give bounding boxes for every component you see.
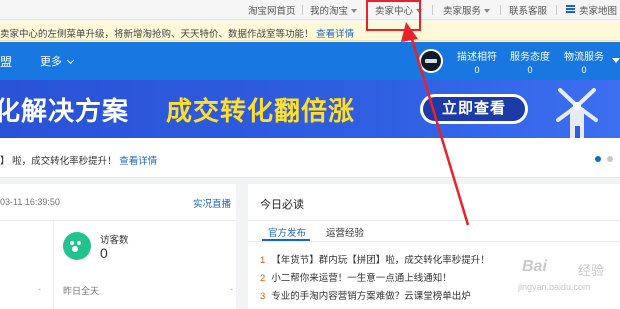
card-title: 今日必读 (260, 199, 304, 211)
nav-divider (432, 5, 433, 15)
chevron-down-icon (66, 56, 75, 65)
visitors-value: 0 (100, 245, 108, 261)
nav-taobao-home[interactable]: 淘宝网首页 (248, 3, 296, 17)
carousel-dot-active[interactable] (595, 156, 601, 162)
stat-placeholder: - (38, 284, 41, 294)
update-timestamp: 03-11 16:39:50 (0, 197, 60, 207)
more-menu-button[interactable]: 更多 (40, 53, 75, 69)
announcement-text: 】 啦，成交转化率秒提升！ 查看详情 (0, 156, 158, 167)
notice-text: 卖家中心的左侧菜单升级，将新增淘抢购、天天特价、数据作战室等功能！ 查看详情 (0, 29, 355, 40)
banner-highlight: 成交转化翻倍涨 (166, 96, 356, 126)
announcement-bar: 】 啦，成交转化率秒提升！ 查看详情 (0, 138, 620, 178)
nav-seller-map[interactable]: 卖家地图 (579, 3, 617, 17)
shop-avatar[interactable] (419, 49, 443, 73)
chevron-down-icon (484, 9, 491, 13)
notice-detail-link[interactable]: 查看详情 (316, 29, 354, 40)
banner-view-now-button[interactable]: 立即查看 (420, 94, 528, 124)
chevron-down-icon[interactable] (612, 58, 620, 63)
tab-operation-experience[interactable]: 运营经验 (326, 225, 364, 239)
metric-description: 描述相符 0 (457, 52, 497, 75)
news-item[interactable]: 2 小二帮你来运营！一生意一点通上线通知！ (260, 270, 452, 284)
banner-headline: 化解决方案 (0, 96, 130, 126)
nav-divider (302, 5, 303, 15)
yesterday-label: 昨日全天 (63, 286, 100, 296)
nav-contact-service[interactable]: 联系客服 (509, 3, 547, 17)
visitors-label: 访客数 (100, 235, 129, 246)
divider (53, 220, 54, 309)
chevron-down-icon (351, 9, 358, 13)
baidu-watermark: Bai 经验 jingyan.baidu.com (518, 258, 605, 292)
nav-divider (500, 5, 501, 15)
nav-divider (556, 5, 557, 15)
notice-bar: 卖家中心的左侧菜单升级，将新增淘抢购、天天特价、数据作战室等功能！ 查看详情 (0, 21, 620, 41)
realtime-stats-card: 03-11 16:39:50 实况直播 访客数 0 - 昨日全天 - (0, 184, 236, 309)
nav-seller-service[interactable]: 卖家服务 (443, 3, 491, 17)
announcement-detail-link[interactable]: 查看详情 (119, 156, 157, 167)
carousel-dot[interactable] (607, 156, 613, 162)
top-nav-bar: 淘宝网首页 我的淘宝 卖家中心 卖家服务 联系客服 卖家地图 (0, 0, 620, 20)
header-brand: 盟 (0, 55, 13, 69)
visitors-icon (63, 232, 91, 260)
highlight-box (366, 0, 421, 31)
promo-banner[interactable]: 化解决方案 成交转化翻倍涨 立即查看 (0, 80, 620, 138)
divider (248, 241, 620, 242)
news-item[interactable]: 3 专业的手淘内容营销方案难做？云课堂榜单出炉 (260, 288, 471, 302)
news-item[interactable]: 1 【年货节】群内玩【拼团】啦，成交转化率秒提升！ (260, 252, 490, 266)
tab-official-release[interactable]: 官方发布 (268, 225, 306, 239)
stat-placeholder: - (230, 284, 233, 294)
seller-header: 盟 更多 描述相符 0 服务态度 0 物流服务 0 (0, 42, 620, 80)
windmill-icon (556, 88, 598, 138)
divider (248, 220, 620, 221)
live-broadcast-link[interactable]: 实况直播 (193, 196, 231, 210)
nav-my-taobao[interactable]: 我的淘宝 (310, 3, 358, 17)
metric-service: 服务态度 0 (510, 52, 550, 75)
metric-logistics: 物流服务 0 (564, 52, 604, 75)
divider (0, 220, 236, 221)
menu-icon (566, 5, 575, 13)
